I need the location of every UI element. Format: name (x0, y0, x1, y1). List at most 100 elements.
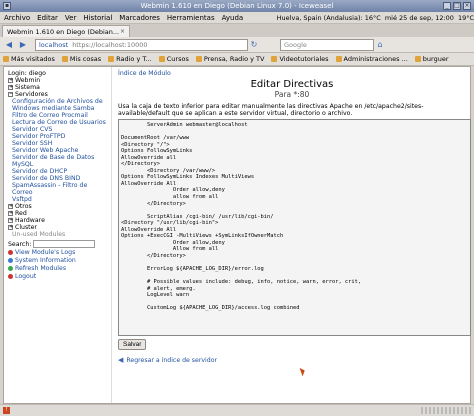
tab-webmin[interactable]: Webmin 1.610 en Diego (Debian... × (2, 25, 130, 37)
logs-icon (8, 250, 13, 255)
save-button[interactable]: Salvar (118, 339, 147, 350)
module-cvs[interactable]: Servidor CVS (8, 126, 107, 133)
category-servidores[interactable]: − Servidores (8, 91, 107, 98)
bookmark-folder-icon (3, 56, 9, 62)
status-bar: ! (0, 404, 474, 416)
expand-icon: + (8, 210, 14, 216)
bookmarks-toolbar: Más visitados Mis cosas Radio y T... Cur… (0, 53, 474, 66)
page-title: Editar Directivas (250, 79, 334, 90)
system-status: Huelva, Spain (Andalusia): 16°C mié 25 d… (273, 14, 474, 22)
expand-icon: + (8, 224, 14, 230)
bookmark-folder-icon (271, 56, 278, 62)
temperature: 19°C (457, 13, 474, 22)
button-row: Salvar (118, 339, 466, 350)
module-procmail[interactable]: Filtro de Correo Procmail (8, 112, 107, 119)
window-titlebar: Webmin 1.610 en Diego (Debian Linux 7.0)… (0, 0, 474, 12)
category-red[interactable]: + Red (8, 210, 107, 217)
page-subtitle: Para *:80 (274, 90, 310, 99)
collapse-icon: − (8, 91, 14, 97)
module-mysql[interactable]: Servidor de Base de Datos MySQL (8, 154, 107, 168)
bookmark-folder-icon (195, 56, 202, 62)
tab-label: Webmin 1.610 en Diego (Debian... (7, 27, 120, 36)
info-icon (8, 258, 13, 263)
tab-bar: Webmin 1.610 en Diego (Debian... × (0, 24, 474, 37)
window-menu-icon[interactable]: ▪ (3, 2, 11, 10)
navigation-bar: ◀ ▶ localhost https://localhost:10000 ↻ … (0, 37, 474, 53)
login-label: Login: diego (8, 70, 46, 77)
directives-textarea[interactable]: ServerAdmin webmaster@localhost Document… (118, 119, 471, 336)
bookmark-radio-tv[interactable]: Radio y T... (108, 55, 152, 63)
webmin-sidebar: Login: diego + Webmin + Sistema − Servidore… (4, 67, 112, 403)
module-index-link[interactable]: Índice de Módulo (118, 70, 466, 77)
url-bar[interactable]: localhost https://localhost:10000 (35, 38, 248, 51)
menu-herramientas[interactable]: Herramientas (167, 14, 215, 22)
resize-grip-icon[interactable] (421, 407, 471, 414)
url-full: https://localhost:10000 (72, 40, 148, 49)
module-read-mail[interactable]: Lectura de Correo de Usuarios (8, 119, 107, 126)
category-cluster[interactable]: + Cluster (8, 224, 107, 231)
module-dhcp[interactable]: Servidor de DHCP (8, 168, 107, 175)
expand-icon: + (8, 77, 14, 83)
bookmark-videotutoriales[interactable]: Videotutoriales (271, 55, 329, 63)
menu-ver[interactable]: Ver (65, 14, 76, 22)
status-icon: ! (3, 407, 10, 414)
menu-editar[interactable]: Editar (37, 14, 58, 22)
bookmark-mis-cosas[interactable]: Mis cosas (61, 55, 101, 63)
close-tab-icon[interactable]: × (120, 28, 125, 35)
search-input[interactable]: Google (280, 38, 374, 51)
menu-historial[interactable]: Historial (83, 14, 112, 22)
unused-modules[interactable]: Un-used Modules (8, 231, 107, 238)
search-placeholder: Google (284, 40, 307, 49)
logout-icon (8, 274, 13, 279)
category-webmin[interactable]: + Webmin (8, 77, 107, 84)
module-bind[interactable]: Servidor de DNS BIND (8, 175, 107, 182)
forward-icon[interactable]: ▶ (17, 39, 29, 51)
bookmark-folder-icon (414, 56, 421, 62)
bookmark-folder-icon (158, 56, 165, 62)
link-refresh-modules[interactable]: Refresh Modules (8, 265, 107, 272)
search-label: Search: (8, 241, 32, 248)
category-hardware[interactable]: + Hardware (8, 217, 107, 224)
page-description: Usa la caja de texto inferior para edita… (118, 103, 424, 117)
refresh-icon (8, 266, 13, 271)
back-icon[interactable]: ◀ (3, 39, 15, 51)
weather-location[interactable]: Huelva, Spain (Andalusia): 16°C (277, 14, 381, 22)
reload-icon[interactable]: ↻ (248, 39, 260, 51)
module-ssh[interactable]: Servidor SSH (8, 140, 107, 147)
category-otros[interactable]: + Otros (8, 203, 107, 210)
module-proftpd[interactable]: Servidor ProFTPD (8, 133, 107, 140)
sidebar-search: Search: (8, 240, 107, 248)
page-content: Login: diego + Webmin + Sistema − Servidore… (3, 66, 471, 404)
bookmark-burguer[interactable]: burguer (414, 55, 449, 63)
expand-icon: + (8, 217, 14, 223)
module-spamassassin[interactable]: SpamAssassin - Filtro de Correo (8, 182, 107, 196)
bookmark-prensa[interactable]: Prensa, Radio y TV (195, 55, 264, 63)
main-panel: Índice de Módulo Editar Directivas Para … (114, 67, 471, 403)
minimize-icon[interactable]: _ (443, 2, 451, 10)
module-apache[interactable]: Servidor Web Apache (8, 147, 107, 154)
category-sistema[interactable]: + Sistema (8, 84, 107, 91)
home-icon[interactable]: ⌂ (374, 39, 386, 51)
module-samba[interactable]: Configuración de Archivos de Windows med… (8, 98, 107, 112)
module-vsftpd[interactable]: Vsftpd (8, 196, 107, 203)
menu-ayuda[interactable]: Ayuda (222, 14, 244, 22)
window-title: Webmin 1.610 en Diego (Debian Linux 7.0)… (140, 2, 334, 10)
menu-marcadores[interactable]: Marcadores (119, 14, 160, 22)
link-logout[interactable]: Logout (8, 273, 107, 280)
clock[interactable]: mié 25 de sep, 12:00 (385, 14, 454, 22)
link-system-info[interactable]: System Information (8, 257, 107, 264)
link-view-logs[interactable]: View Module's Logs (8, 249, 107, 256)
url-host: localhost (39, 40, 69, 49)
bookmark-mas-visitados[interactable]: Más visitados (3, 55, 55, 63)
maximize-icon[interactable]: □ (453, 2, 461, 10)
return-link[interactable]: ◀ Regresar a índice de servidor (118, 356, 466, 364)
menubar: Archivo Editar Ver Historial Marcadores … (0, 12, 474, 24)
expand-icon: + (8, 84, 14, 90)
back-arrow-icon: ◀ (118, 356, 124, 364)
menu-archivo[interactable]: Archivo (4, 14, 30, 22)
bookmark-administraciones[interactable]: Administraciones ... (335, 55, 408, 63)
sidebar-search-input[interactable] (33, 240, 96, 248)
bookmark-folder-icon (335, 56, 342, 62)
bookmark-cursos[interactable]: Cursos (158, 55, 189, 63)
close-window-icon[interactable]: × (463, 2, 471, 10)
